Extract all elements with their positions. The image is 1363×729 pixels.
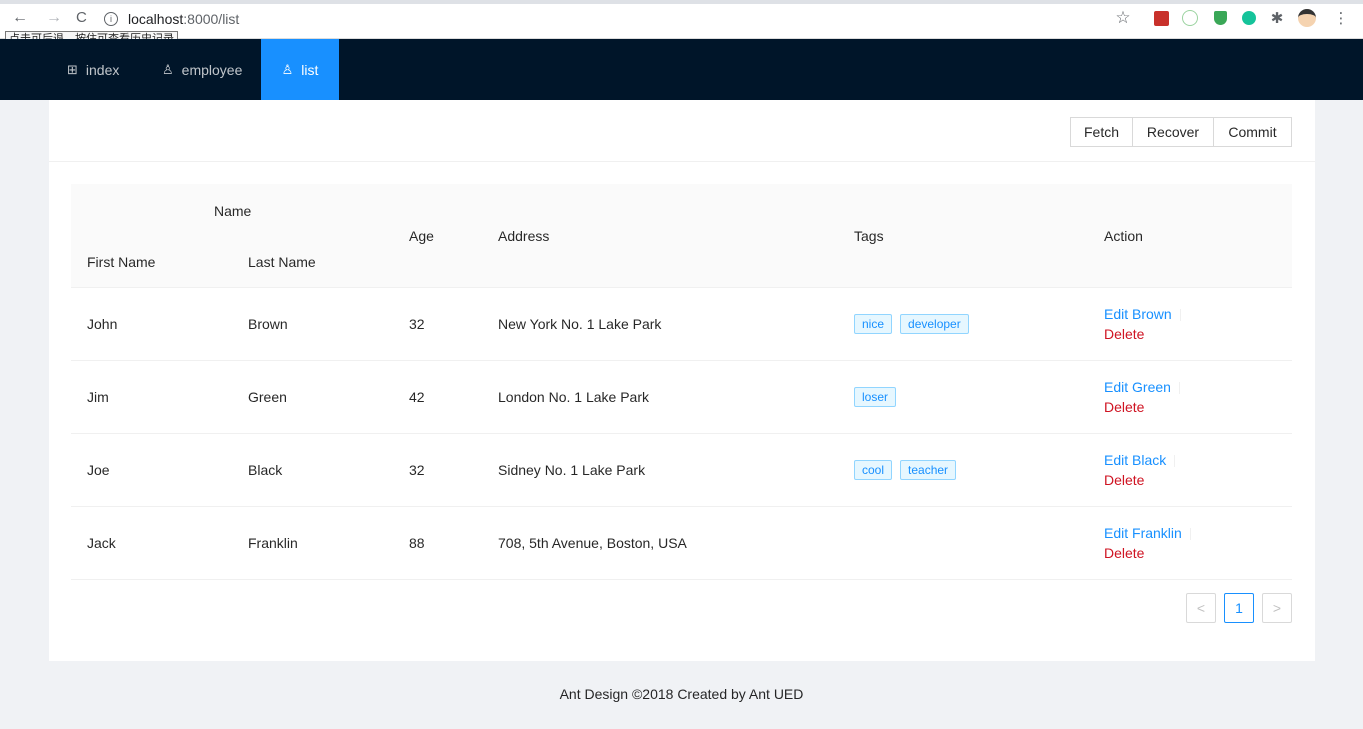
table-row: Joe Black 32 Sidney No. 1 Lake Park cool… [71, 433, 1292, 507]
nav-item-label: index [85, 61, 120, 78]
tag: nice [854, 313, 893, 334]
tag: developer [900, 313, 969, 334]
tag: teacher [900, 459, 957, 480]
appstore-icon: ⊞ [67, 61, 78, 77]
user-icon: ♙ [162, 61, 174, 77]
first-name-cell: Joe [87, 461, 110, 478]
action-cell: Edit Franklin Delete [1104, 506, 1191, 579]
first-name-header: First Name [87, 254, 156, 270]
url-path: :8000/list [183, 11, 240, 27]
action-cell: Edit Green Delete [1104, 360, 1180, 433]
address-cell: 708, 5th Avenue, Boston, USA [498, 534, 687, 551]
delete-link[interactable]: Delete [1104, 324, 1181, 344]
address-cell: London No. 1 Lake Park [498, 388, 649, 405]
team-icon: ♙ [281, 61, 294, 77]
action-divider [1178, 381, 1180, 394]
top-nav: ⊞ index ♙ employee ♙ list [0, 39, 1363, 100]
name-group-header: Name [214, 203, 252, 219]
browser-menu-icon[interactable]: ⋮ [1332, 9, 1350, 27]
browser-toolbar: ← → C i localhost:8000/list ☆ ✱ ⋮ [0, 0, 1363, 39]
edit-link[interactable]: Edit Green [1104, 379, 1171, 395]
address-cell: New York No. 1 Lake Park [498, 315, 662, 332]
bookmark-star-icon[interactable]: ☆ [1114, 8, 1132, 27]
action-divider [1174, 454, 1176, 467]
action-cell: Edit Brown Delete [1104, 287, 1181, 360]
fetch-button[interactable]: Fetch [1070, 117, 1133, 147]
last-name-cell: Green [248, 388, 287, 405]
nav-item-list[interactable]: ♙ list [261, 39, 339, 100]
age-cell: 42 [409, 388, 425, 405]
nav-item-index[interactable]: ⊞ index [67, 39, 119, 100]
last-name-cell: Black [248, 461, 283, 478]
table-row: John Brown 32 New York No. 1 Lake Park n… [71, 287, 1292, 361]
extensions-puzzle-icon[interactable]: ✱ [1268, 9, 1286, 27]
action-header: Action [1104, 228, 1143, 244]
nav-item-label: employee [181, 61, 243, 78]
reload-button[interactable]: C [76, 9, 87, 26]
action-cell: Edit Black Delete [1104, 433, 1176, 506]
tags-header: Tags [854, 228, 884, 244]
address-bar[interactable]: i localhost:8000/list [104, 8, 239, 30]
forward-button[interactable]: → [46, 9, 62, 27]
table-row: Jim Green 42 London No. 1 Lake Park lose… [71, 360, 1292, 434]
pagination-prev-button[interactable]: < [1186, 593, 1216, 623]
last-name-cell: Franklin [248, 534, 298, 551]
extension-face-icon[interactable] [1181, 9, 1199, 27]
last-name-header: Last Name [248, 254, 316, 270]
delete-link[interactable]: Delete [1104, 397, 1180, 417]
age-header: Age [409, 228, 434, 244]
tag: cool [854, 459, 893, 480]
extension-shield-icon[interactable] [1211, 9, 1229, 27]
action-divider [1179, 308, 1181, 321]
first-name-cell: John [87, 315, 118, 332]
edit-link[interactable]: Edit Brown [1104, 306, 1172, 322]
delete-link[interactable]: Delete [1104, 470, 1175, 490]
edit-link[interactable]: Edit Franklin [1104, 525, 1182, 541]
tags-cell: cool teacher [854, 433, 964, 506]
profile-avatar[interactable] [1298, 9, 1316, 27]
edit-link[interactable]: Edit Black [1104, 452, 1166, 468]
first-name-cell: Jack [87, 534, 116, 551]
tags-cell: nice developer [854, 287, 977, 360]
age-cell: 32 [409, 461, 425, 478]
table-header: Name First Name Last Name Age Address Ta… [71, 184, 1292, 288]
url-host: localhost [128, 11, 184, 27]
table-row: Jack Franklin 88 708, 5th Avenue, Boston… [71, 506, 1292, 580]
age-cell: 88 [409, 534, 425, 551]
action-divider [1189, 527, 1191, 540]
pagination-page-1[interactable]: 1 [1224, 593, 1254, 623]
site-info-icon[interactable]: i [104, 12, 118, 26]
extension-red-icon[interactable] [1152, 9, 1170, 27]
address-cell: Sidney No. 1 Lake Park [498, 461, 646, 478]
commit-button[interactable]: Commit [1214, 117, 1292, 147]
extension-grammarly-icon[interactable] [1240, 9, 1258, 27]
delete-link[interactable]: Delete [1104, 543, 1191, 563]
first-name-cell: Jim [87, 388, 109, 405]
back-button[interactable]: ← [12, 9, 28, 27]
nav-item-label: list [301, 61, 319, 78]
last-name-cell: Brown [248, 315, 288, 332]
nav-item-employee[interactable]: ♙ employee [162, 39, 242, 100]
tags-cell: loser [854, 360, 904, 433]
pagination-next-button[interactable]: > [1262, 593, 1292, 623]
page-footer: Ant Design ©2018 Created by Ant UED [559, 686, 804, 702]
tag: loser [854, 386, 897, 407]
address-header: Address [498, 228, 550, 244]
recover-button[interactable]: Recover [1133, 117, 1214, 147]
content-card: Fetch Recover Commit Name First Name Las… [49, 100, 1315, 661]
tab-strip [0, 0, 1363, 4]
age-cell: 32 [409, 315, 425, 332]
table-toolbar: Fetch Recover Commit [49, 100, 1315, 162]
